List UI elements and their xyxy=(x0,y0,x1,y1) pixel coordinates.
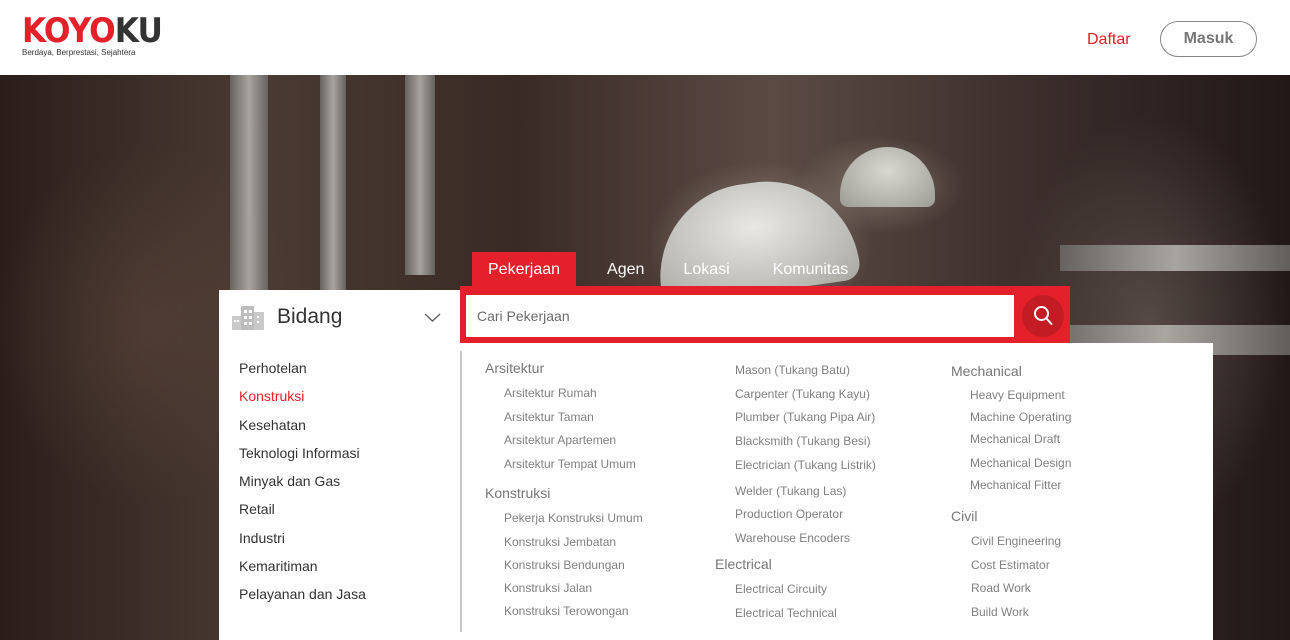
subcategory-item[interactable]: Konstruksi Jalan xyxy=(504,581,592,595)
subcategory-item[interactable]: Road Work xyxy=(971,581,1031,595)
masuk-button[interactable]: Masuk xyxy=(1160,21,1257,57)
category-industri[interactable]: Industri xyxy=(239,528,366,556)
subcategory-item[interactable]: Civil Engineering xyxy=(971,534,1061,548)
group-electrical[interactable]: Electrical xyxy=(715,556,772,572)
panel-divider xyxy=(460,351,462,632)
category-kesehatan[interactable]: Kesehatan xyxy=(239,415,366,443)
site-header: KOYOKU Berdaya, Berprestasi, Sejahtera D… xyxy=(0,0,1290,75)
subcategory-item[interactable]: Arsitektur Rumah xyxy=(504,386,597,400)
tab-lokasi[interactable]: Lokasi xyxy=(667,252,745,286)
subcategory-item[interactable]: Build Work xyxy=(971,605,1029,619)
pipe-shape xyxy=(405,75,435,275)
daftar-link[interactable]: Daftar xyxy=(1087,31,1131,49)
logo-wordmark: KOYOKU xyxy=(22,11,163,51)
subcategory-item[interactable]: Machine Operating xyxy=(970,410,1071,424)
group-konstruksi[interactable]: Konstruksi xyxy=(485,485,550,501)
subcategory-item[interactable]: Konstruksi Terowongan xyxy=(504,604,629,618)
subcategory-item[interactable]: Blacksmith (Tukang Besi) xyxy=(735,434,871,448)
category-list: Perhotelan Konstruksi Kesehatan Teknolog… xyxy=(239,358,366,613)
tab-pekerjaan[interactable]: Pekerjaan xyxy=(472,252,577,286)
building-icon xyxy=(232,306,264,330)
group-mechanical[interactable]: Mechanical xyxy=(951,363,1022,379)
category-panel: Perhotelan Konstruksi Kesehatan Teknolog… xyxy=(219,343,1213,640)
subcategory-item[interactable]: Welder (Tukang Las) xyxy=(735,484,846,498)
worker-helmet xyxy=(840,147,935,207)
pipe-shape xyxy=(1060,245,1290,271)
tab-agen[interactable]: Agen xyxy=(591,252,660,286)
subcategory-item[interactable]: Konstruksi Jembatan xyxy=(504,535,616,549)
subcategory-item[interactable]: Electrical Circuity xyxy=(735,582,827,596)
category-minyak-dan-gas[interactable]: Minyak dan Gas xyxy=(239,471,366,499)
subcategory-item[interactable]: Carpenter (Tukang Kayu) xyxy=(735,387,870,401)
subcategory-item[interactable]: Arsitektur Apartemen xyxy=(504,433,616,447)
search-input[interactable] xyxy=(466,295,1014,337)
subcategory-item[interactable]: Heavy Equipment xyxy=(970,388,1065,402)
subcategory-item[interactable]: Plumber (Tukang Pipa Air) xyxy=(735,410,875,424)
search-icon xyxy=(1034,306,1053,325)
subcategory-item[interactable]: Mechanical Draft xyxy=(970,432,1060,446)
group-arsitektur[interactable]: Arsitektur xyxy=(485,360,544,376)
search-tabs: Pekerjaan Agen Lokasi Komunitas xyxy=(472,252,864,286)
category-kemaritiman[interactable]: Kemaritiman xyxy=(239,556,366,584)
bidang-label: Bidang xyxy=(277,305,343,328)
subcategory-item[interactable]: Mechanical Fitter xyxy=(970,478,1061,492)
category-retail[interactable]: Retail xyxy=(239,499,366,527)
chevron-down-icon xyxy=(424,313,441,323)
subcategory-item[interactable]: Cost Estimator xyxy=(971,558,1050,572)
category-pelayanan-dan-jasa[interactable]: Pelayanan dan Jasa xyxy=(239,584,366,612)
category-konstruksi[interactable]: Konstruksi xyxy=(239,386,366,414)
group-civil[interactable]: Civil xyxy=(951,508,977,524)
subcategory-item[interactable]: Mechanical Design xyxy=(970,456,1071,470)
subcategory-item[interactable]: Konstruksi Bendungan xyxy=(504,558,625,572)
subcategory-item[interactable]: Electrician (Tukang Listrik) xyxy=(735,458,876,472)
category-teknologi-informasi[interactable]: Teknologi Informasi xyxy=(239,443,366,471)
search-button[interactable] xyxy=(1022,295,1064,337)
category-perhotelan[interactable]: Perhotelan xyxy=(239,358,366,386)
search-bar xyxy=(460,286,1070,343)
subcategory-item[interactable]: Electrical Technical xyxy=(735,606,837,620)
tab-komunitas[interactable]: Komunitas xyxy=(757,252,865,286)
koyoku-logo[interactable]: KOYOKU Berdaya, Berprestasi, Sejahtera xyxy=(22,14,174,57)
subcategory-item[interactable]: Pekerja Konstruksi Umum xyxy=(504,511,643,525)
subcategory-item[interactable]: Production Operator xyxy=(735,507,843,521)
bidang-dropdown[interactable]: Bidang xyxy=(219,290,460,343)
subcategory-item[interactable]: Warehouse Encoders xyxy=(735,531,850,545)
subcategory-item[interactable]: Mason (Tukang Batu) xyxy=(735,363,850,377)
subcategory-item[interactable]: Arsitektur Tempat Umum xyxy=(504,457,636,471)
subcategory-item[interactable]: Arsitektur Taman xyxy=(504,410,594,424)
